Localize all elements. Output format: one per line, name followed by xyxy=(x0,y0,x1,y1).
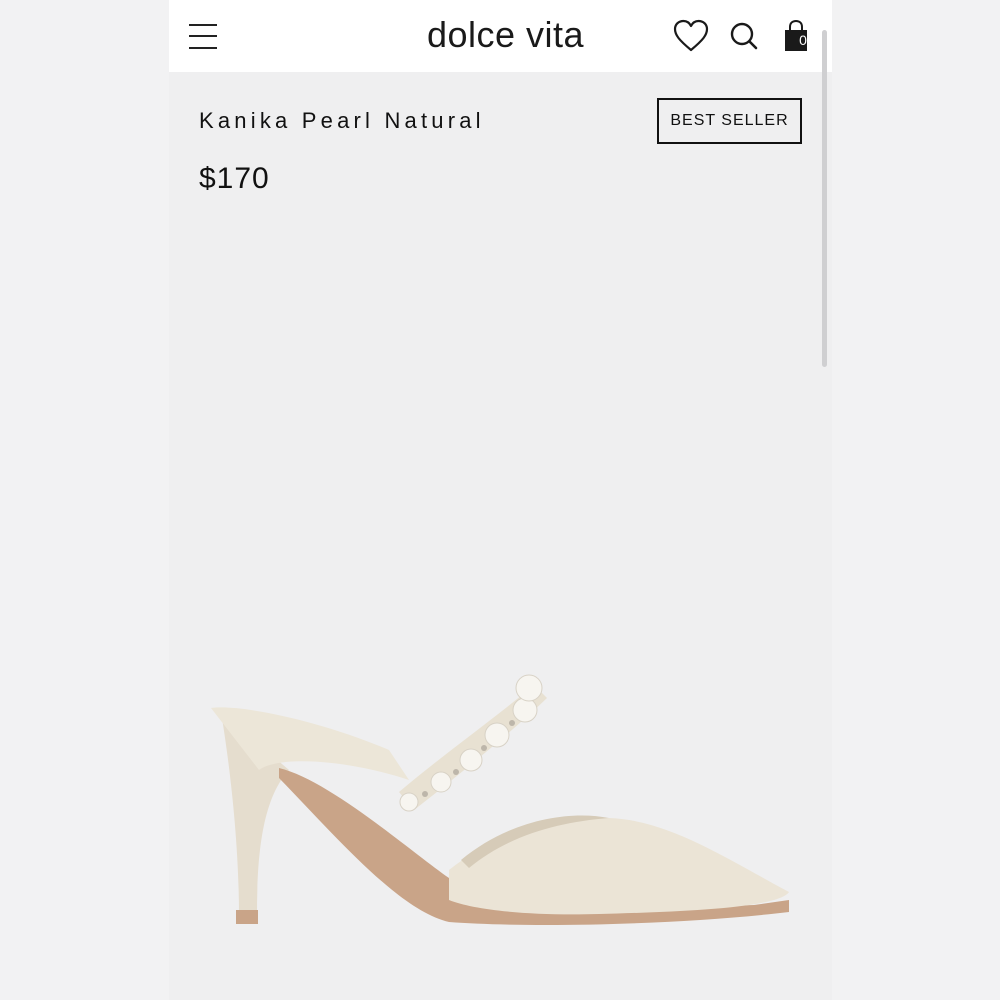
product-price: $170 xyxy=(199,162,270,195)
shopping-bag-icon[interactable]: 0 xyxy=(777,18,817,54)
header-bar: dolce vita 0 xyxy=(169,0,832,72)
left-backdrop xyxy=(0,0,169,1000)
product-title: Kanika Pearl Natural xyxy=(199,108,485,133)
right-backdrop xyxy=(832,0,1000,1000)
cart-count: 0 xyxy=(799,32,807,48)
search-icon[interactable] xyxy=(725,18,765,54)
heart-icon[interactable] xyxy=(671,18,711,54)
mobile-screen: dolce vita 0 Kanika Pearl Natural BEST S… xyxy=(169,0,832,1000)
product-image[interactable] xyxy=(199,660,799,960)
scrollbar[interactable] xyxy=(822,30,827,367)
best-seller-badge: BEST SELLER xyxy=(657,98,802,144)
